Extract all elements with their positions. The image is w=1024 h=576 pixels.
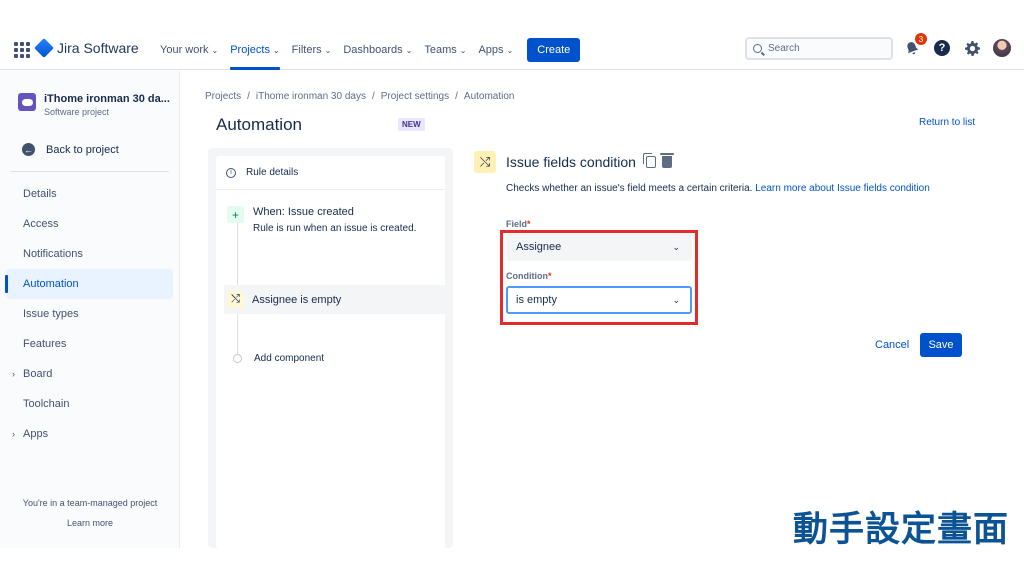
return-to-list-link[interactable]: Return to list bbox=[919, 117, 975, 128]
breadcrumb-separator: / bbox=[247, 91, 250, 102]
notification-count-badge: 3 bbox=[915, 33, 927, 45]
user-avatar[interactable] bbox=[993, 39, 1011, 57]
plus-icon: + bbox=[227, 206, 244, 223]
arrow-left-icon: ← bbox=[22, 143, 35, 156]
app-switcher-icon[interactable] bbox=[14, 42, 30, 58]
trigger-title: When: Issue created bbox=[253, 206, 354, 218]
nav-teams[interactable]: Teams ⌄ bbox=[424, 30, 466, 70]
editor-title: Issue fields condition bbox=[506, 154, 636, 170]
chevron-down-icon: ⌄ bbox=[272, 45, 280, 55]
nav-dashboards[interactable]: Dashboards ⌄ bbox=[343, 30, 412, 70]
product-name: Jira Software bbox=[57, 40, 139, 56]
learn-more-issue-fields-link[interactable]: Learn more about Issue fields condition bbox=[755, 183, 930, 194]
project-header[interactable]: iThome ironman 30 da... Software project bbox=[18, 93, 174, 117]
trash-icon[interactable] bbox=[659, 153, 674, 168]
gear-icon bbox=[964, 40, 980, 56]
breadcrumb: Projects / iThome ironman 30 days / Proj… bbox=[205, 91, 515, 102]
project-type: Software project bbox=[44, 107, 110, 117]
breadcrumb-automation[interactable]: Automation bbox=[464, 91, 515, 102]
chevron-down-icon: ⌄ bbox=[211, 45, 219, 55]
project-name: iThome ironman 30 da... bbox=[44, 93, 170, 105]
chevron-right-icon: › bbox=[12, 369, 15, 379]
save-button[interactable]: Save bbox=[920, 333, 962, 357]
sidebar-item-details[interactable]: Details bbox=[6, 179, 173, 209]
editor-description-text: Checks whether an issue's field meets a … bbox=[506, 183, 753, 194]
chevron-down-icon: ⌄ bbox=[506, 45, 514, 55]
caption-overlay: 動手設定畫面 bbox=[793, 510, 1010, 550]
shuffle-icon: ⤭ bbox=[227, 291, 244, 308]
help-icon: ? bbox=[934, 40, 950, 56]
chevron-down-icon: ⌄ bbox=[405, 45, 413, 55]
breadcrumb-separator: / bbox=[371, 91, 375, 102]
jira-diamond-icon bbox=[34, 38, 54, 58]
shuffle-icon: ⤭ bbox=[474, 151, 496, 173]
sidebar-item-automation[interactable]: Automation bbox=[5, 269, 173, 299]
search-input[interactable]: Search bbox=[745, 37, 893, 60]
create-button[interactable]: Create bbox=[527, 38, 581, 62]
cancel-button[interactable]: Cancel bbox=[875, 339, 909, 351]
breadcrumb-projects[interactable]: Projects bbox=[205, 91, 241, 102]
chevron-down-icon: ⌄ bbox=[459, 45, 467, 55]
settings-nav: Details Access Notifications Automation … bbox=[5, 179, 173, 449]
nav-filters[interactable]: Filters ⌄ bbox=[292, 30, 332, 70]
jira-logo[interactable]: Jira Software bbox=[34, 38, 139, 58]
rule-details-item[interactable]: i Rule details bbox=[216, 156, 445, 190]
new-badge: NEW bbox=[398, 118, 425, 131]
sidebar-item-issue-types[interactable]: Issue types bbox=[6, 299, 173, 329]
sidebar-item-toolchain[interactable]: Toolchain bbox=[6, 389, 173, 419]
nav-projects[interactable]: Projects ⌄ bbox=[230, 30, 281, 70]
breadcrumb-project[interactable]: iThome ironman 30 days bbox=[256, 91, 366, 102]
settings-button[interactable] bbox=[963, 39, 981, 57]
condition-label: Assignee is empty bbox=[252, 293, 342, 306]
team-managed-notice: You're in a team-managed project Learn m… bbox=[0, 498, 180, 528]
trigger-component[interactable]: + When: Issue created Rule is run when a… bbox=[227, 206, 416, 234]
search-icon bbox=[753, 44, 762, 53]
info-icon: i bbox=[226, 167, 236, 178]
required-asterisk: * bbox=[527, 219, 531, 229]
back-to-project-label: Back to project bbox=[46, 143, 119, 156]
breadcrumb-project-settings[interactable]: Project settings bbox=[381, 91, 449, 102]
divider bbox=[10, 171, 169, 172]
primary-nav: Your work ⌄ Projects ⌄ Filters ⌄ Dashboards… bbox=[160, 30, 581, 70]
chevron-right-icon: › bbox=[12, 429, 15, 439]
condition-component[interactable]: ⤭ Assignee is empty bbox=[224, 285, 452, 314]
copy-icon[interactable] bbox=[642, 153, 656, 168]
add-component-button[interactable]: Add component bbox=[233, 353, 324, 364]
project-cloud-icon bbox=[18, 93, 36, 111]
field-label-row: Field* bbox=[506, 219, 531, 229]
chevron-down-icon: ⌄ bbox=[324, 45, 332, 55]
editor-title-row: Issue fields condition bbox=[506, 153, 674, 170]
add-node-icon bbox=[233, 354, 242, 363]
top-navigation: Jira Software Your work ⌄ Projects ⌄ Filte… bbox=[0, 30, 1024, 70]
nav-apps[interactable]: Apps ⌄ bbox=[478, 30, 513, 70]
breadcrumb-separator: / bbox=[455, 91, 458, 102]
add-component-label: Add component bbox=[254, 353, 325, 364]
nav-your-work[interactable]: Your work ⌄ bbox=[160, 30, 218, 70]
rule-details-label: Rule details bbox=[246, 167, 299, 178]
search-placeholder: Search bbox=[768, 43, 800, 54]
back-to-project-link[interactable]: ← Back to project bbox=[22, 143, 119, 156]
editor-description: Checks whether an issue's field meets a … bbox=[506, 181, 946, 196]
notifications-button[interactable]: 3 bbox=[903, 33, 927, 57]
learn-more-link[interactable]: Learn more bbox=[0, 518, 180, 528]
page-title: Automation bbox=[216, 115, 302, 134]
project-sidebar: iThome ironman 30 da... Software project… bbox=[0, 71, 180, 548]
top-right-actions: 3 ? bbox=[903, 33, 1011, 57]
rule-panel: i Rule details + When: Issue created Rul… bbox=[208, 148, 453, 548]
trigger-description: Rule is run when an issue is created. bbox=[253, 223, 417, 234]
sidebar-item-apps[interactable]: › Apps bbox=[6, 419, 173, 449]
rule-card: i Rule details + When: Issue created Rul… bbox=[216, 156, 452, 548]
help-button[interactable]: ? bbox=[933, 39, 951, 57]
sidebar-item-board[interactable]: › Board bbox=[6, 359, 173, 389]
sidebar-item-access[interactable]: Access bbox=[6, 209, 173, 239]
sidebar-item-notifications[interactable]: Notifications bbox=[6, 239, 173, 269]
team-managed-text: You're in a team-managed project bbox=[22, 498, 158, 508]
rule-connector-line bbox=[237, 214, 238, 354]
sidebar-item-features[interactable]: Features bbox=[6, 329, 173, 359]
highlight-annotation-box bbox=[500, 230, 698, 325]
